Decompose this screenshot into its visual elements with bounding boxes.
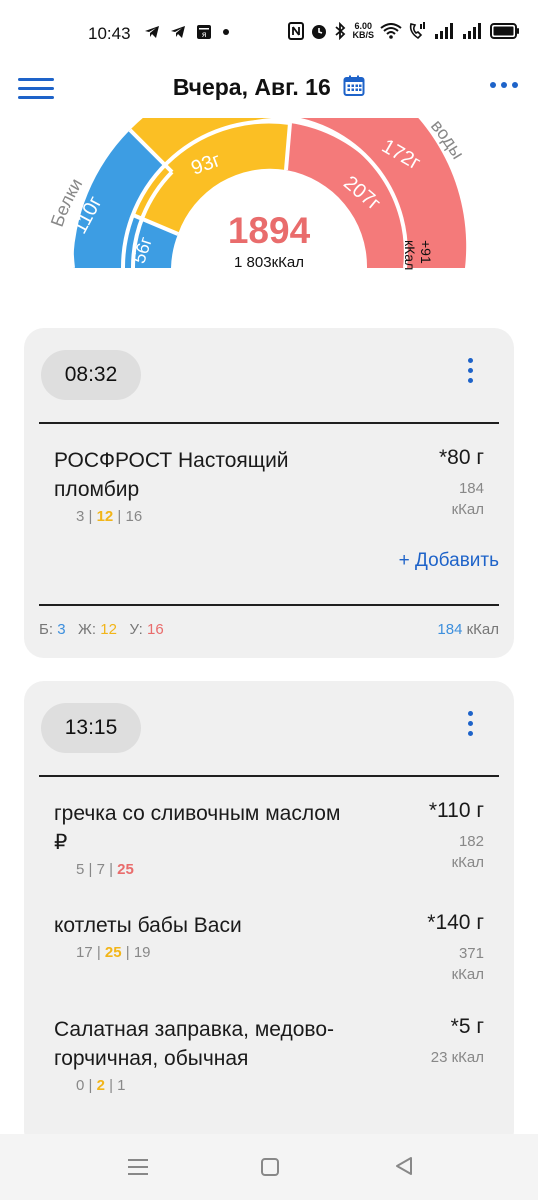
food-macros: 0 | 2 | 1 <box>76 1077 126 1094</box>
food-name: Салатная заправка, медово-горчичная, обы… <box>54 1018 335 1070</box>
system-icons: 6.00 KB/S <box>288 22 520 40</box>
meal-time[interactable]: 08:32 <box>41 350 141 400</box>
food-name: РОСФРОСТ Настоящий пломбир <box>54 449 289 501</box>
more-options-button[interactable] <box>490 82 518 88</box>
kebab-icon <box>468 711 473 716</box>
meal-kcal-total: 184 кКал <box>437 621 499 638</box>
food-quantity: *140 г <box>427 911 484 934</box>
food-name: гречка со сливочным маслом ₽ <box>54 802 341 854</box>
bluetooth-icon <box>335 22 346 40</box>
recent-apps-button[interactable] <box>128 1159 148 1180</box>
food-macros: 3 | 12 | 16 <box>76 508 143 525</box>
calendar-icon[interactable] <box>343 75 365 97</box>
nfc-icon <box>288 22 305 40</box>
food-item[interactable]: Салатная заправка, медово-горчичная, обы… <box>54 1015 484 1094</box>
battery-icon <box>490 23 519 39</box>
alarm-icon <box>312 25 327 39</box>
telegram-icon <box>145 26 159 38</box>
food-kcal: 182 кКал <box>451 833 484 871</box>
food-macros: 5 | 7 | 25 <box>76 861 134 878</box>
notification-icons: я <box>144 24 230 40</box>
food-quantity: *110 г <box>428 799 484 822</box>
meal-macro-totals: Б: 3 Ж: 12 У: 16 <box>39 621 164 638</box>
food-item[interactable]: котлеты бабы Васи 17 | 25 | 19 *140 г 37… <box>54 911 484 983</box>
telegram-icon <box>171 26 185 38</box>
menu-lines-icon <box>128 1159 148 1161</box>
kebab-icon <box>468 358 473 363</box>
back-button[interactable] <box>394 1156 414 1176</box>
app-bar: Вчера, Авг. 16 <box>0 64 538 118</box>
dot-icon <box>223 29 229 35</box>
meal-card: 08:32 РОСФРОСТ Настоящий пломбир 3 | 12 … <box>24 328 514 658</box>
add-food-button[interactable]: + Добавить <box>399 550 499 572</box>
divider <box>39 775 499 777</box>
food-item[interactable]: РОСФРОСТ Настоящий пломбир 3 | 12 | 16 *… <box>54 446 484 525</box>
meal-card: 13:15 гречка со сливочным маслом ₽ 5 | 7… <box>24 681 514 1151</box>
food-macros: 17 | 25 | 19 <box>76 944 151 961</box>
meal-options-button[interactable] <box>468 711 476 741</box>
signal-icon <box>435 23 453 39</box>
meal-options-button[interactable] <box>468 358 476 388</box>
divider <box>39 604 499 606</box>
food-item[interactable]: гречка со сливочным маслом ₽ 5 | 7 | 25 … <box>54 799 484 878</box>
yandex-app-icon: я <box>197 25 211 39</box>
divider <box>39 422 499 424</box>
home-button[interactable] <box>261 1158 279 1176</box>
food-kcal: 184 кКал <box>451 480 484 518</box>
food-quantity: *5 г <box>450 1015 484 1038</box>
macro-gauge: 110г 56г 93г 172г 207г Белки воды 1894 1… <box>0 118 538 288</box>
system-nav-bar <box>0 1134 538 1200</box>
network-speed: 6.00 KB/S <box>352 21 374 40</box>
kcal-total: 1894 <box>227 210 311 251</box>
food-kcal: 371 кКал <box>451 945 484 983</box>
wifi-icon <box>380 23 402 39</box>
more-dots-icon <box>490 82 496 88</box>
status-bar: 10:43 я 6.00 KB/S <box>0 0 538 64</box>
food-name: котлеты бабы Васи <box>54 914 242 937</box>
signal-icon <box>463 23 481 39</box>
food-quantity: *80 г <box>438 446 484 469</box>
page-title[interactable]: Вчера, Авг. 16 <box>0 74 538 101</box>
volte-call-icon <box>409 22 425 40</box>
status-time: 10:43 <box>88 24 131 43</box>
food-kcal: 23 кКал <box>430 1049 484 1066</box>
meal-time[interactable]: 13:15 <box>41 703 141 753</box>
kcal-over: +91 кКал <box>402 240 434 271</box>
svg-text:я: я <box>202 30 207 39</box>
kcal-target: 1 803кКал <box>234 254 304 271</box>
back-triangle-icon <box>396 1157 412 1175</box>
